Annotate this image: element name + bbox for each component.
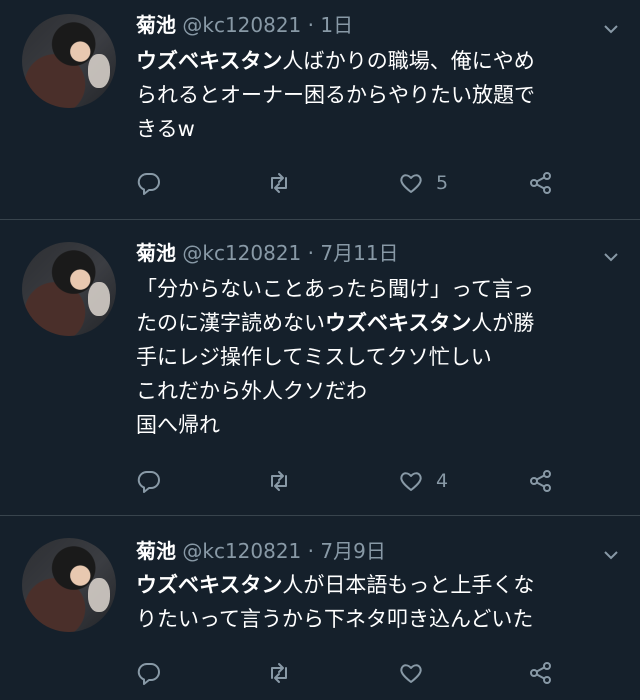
tweet-text: ウズベキスタン人が日本語もっと上手くな りたいって言うから下ネタ叩き込んどいた (136, 568, 616, 636)
display-name[interactable]: 菊池 (136, 13, 176, 37)
reply-button[interactable] (136, 466, 162, 496)
retweet-button[interactable] (266, 168, 292, 198)
like-count: 5 (436, 172, 449, 194)
retweet-icon (271, 471, 287, 491)
timestamp[interactable]: 7月9日 (320, 539, 385, 563)
tweet-actions (136, 658, 606, 688)
tweet-header: 菊池 @kc120821 · 1日 (136, 12, 353, 38)
reply-icon (137, 662, 160, 685)
display-name[interactable]: 菊池 (136, 539, 176, 563)
like-button[interactable]: 5 (398, 168, 448, 198)
text-segment: たのに漢字読めない (136, 311, 325, 335)
text-segment: 人ばかりの職場、俺にやめ (282, 49, 535, 73)
share-icon (530, 662, 551, 684)
tweet-header: 菊池 @kc120821 · 7月11日 (136, 240, 399, 266)
like-button[interactable] (398, 658, 436, 688)
tweet-text-line: きるw (136, 117, 195, 141)
share-button[interactable] (528, 466, 554, 496)
heart-icon (400, 664, 422, 683)
retweet-button[interactable] (266, 466, 292, 496)
retweet-icon (271, 663, 287, 683)
separator-dot: · (307, 241, 315, 265)
chevron-down-icon[interactable] (602, 546, 620, 564)
tweet-text-line: 「分からないことあったら聞け」って言っ (136, 277, 534, 301)
tweet-text: 「分からないことあったら聞け」って言っ たのに漢字読めないウズベキスタン人が勝 … (136, 272, 616, 442)
reply-button[interactable] (136, 168, 162, 198)
timestamp[interactable]: 7月11日 (320, 241, 398, 265)
user-handle[interactable]: @kc120821 (182, 13, 301, 37)
retweet-icon (271, 173, 287, 193)
reply-button[interactable] (136, 658, 162, 688)
highlighted-term: ウズベキスタン (325, 311, 472, 335)
share-icon (530, 470, 551, 492)
tweet-text-line: 手にレジ操作してミスしてクソ忙しい (136, 345, 492, 369)
heart-icon (400, 174, 422, 193)
tweet-text-line: られるとオーナー困るからやりたい放題で (136, 83, 535, 107)
share-icon (530, 172, 551, 194)
timestamp[interactable]: 1日 (320, 13, 353, 37)
tweet-text-line: これだから外人クソだわ (136, 379, 367, 403)
reply-icon (137, 172, 160, 195)
avatar[interactable] (22, 14, 116, 108)
tweet-actions: 4 (136, 466, 606, 496)
share-button[interactable] (528, 168, 554, 198)
like-button[interactable]: 4 (398, 466, 448, 496)
user-handle[interactable]: @kc120821 (182, 241, 301, 265)
tweet-text: ウズベキスタン人ばかりの職場、俺にやめ られるとオーナー困るからやりたい放題で … (136, 44, 616, 146)
text-segment: 人が日本語もっと上手くな (282, 573, 535, 597)
display-name[interactable]: 菊池 (136, 241, 176, 265)
share-button[interactable] (528, 658, 554, 688)
avatar[interactable] (22, 538, 116, 632)
tweet-header: 菊池 @kc120821 · 7月9日 (136, 538, 386, 564)
retweet-button[interactable] (266, 658, 292, 688)
tweet[interactable]: 菊池 @kc120821 · 7月11日 「分からないことあったら聞け」って言っ… (0, 220, 640, 516)
tweet-text-line: りたいって言うから下ネタ叩き込んどいた (136, 607, 534, 631)
chevron-down-icon[interactable] (602, 20, 620, 38)
text-segment: 人が勝 (471, 311, 535, 335)
like-count: 4 (436, 470, 449, 492)
avatar[interactable] (22, 242, 116, 336)
reply-icon (137, 470, 160, 493)
tweet-text-line: ウズベキスタン人ばかりの職場、俺にやめ (136, 44, 616, 78)
tweet[interactable]: 菊池 @kc120821 · 7月9日 ウズベキスタン人が日本語もっと上手くな … (0, 516, 640, 700)
highlighted-term: ウズベキスタン (136, 573, 283, 597)
heart-icon (400, 472, 422, 491)
tweet[interactable]: 菊池 @kc120821 · 1日 ウズベキスタン人ばかりの職場、俺にやめ られ… (0, 0, 640, 220)
user-handle[interactable]: @kc120821 (182, 539, 301, 563)
tweet-text-line: たのに漢字読めないウズベキスタン人が勝 (136, 306, 616, 340)
highlighted-term: ウズベキスタン (136, 49, 283, 73)
separator-dot: · (307, 13, 315, 37)
separator-dot: · (307, 539, 315, 563)
tweet-text-line: ウズベキスタン人が日本語もっと上手くな (136, 568, 616, 602)
tweet-actions: 5 (136, 168, 606, 198)
chevron-down-icon[interactable] (602, 248, 620, 266)
tweet-text-line: 国へ帰れ (136, 413, 220, 437)
